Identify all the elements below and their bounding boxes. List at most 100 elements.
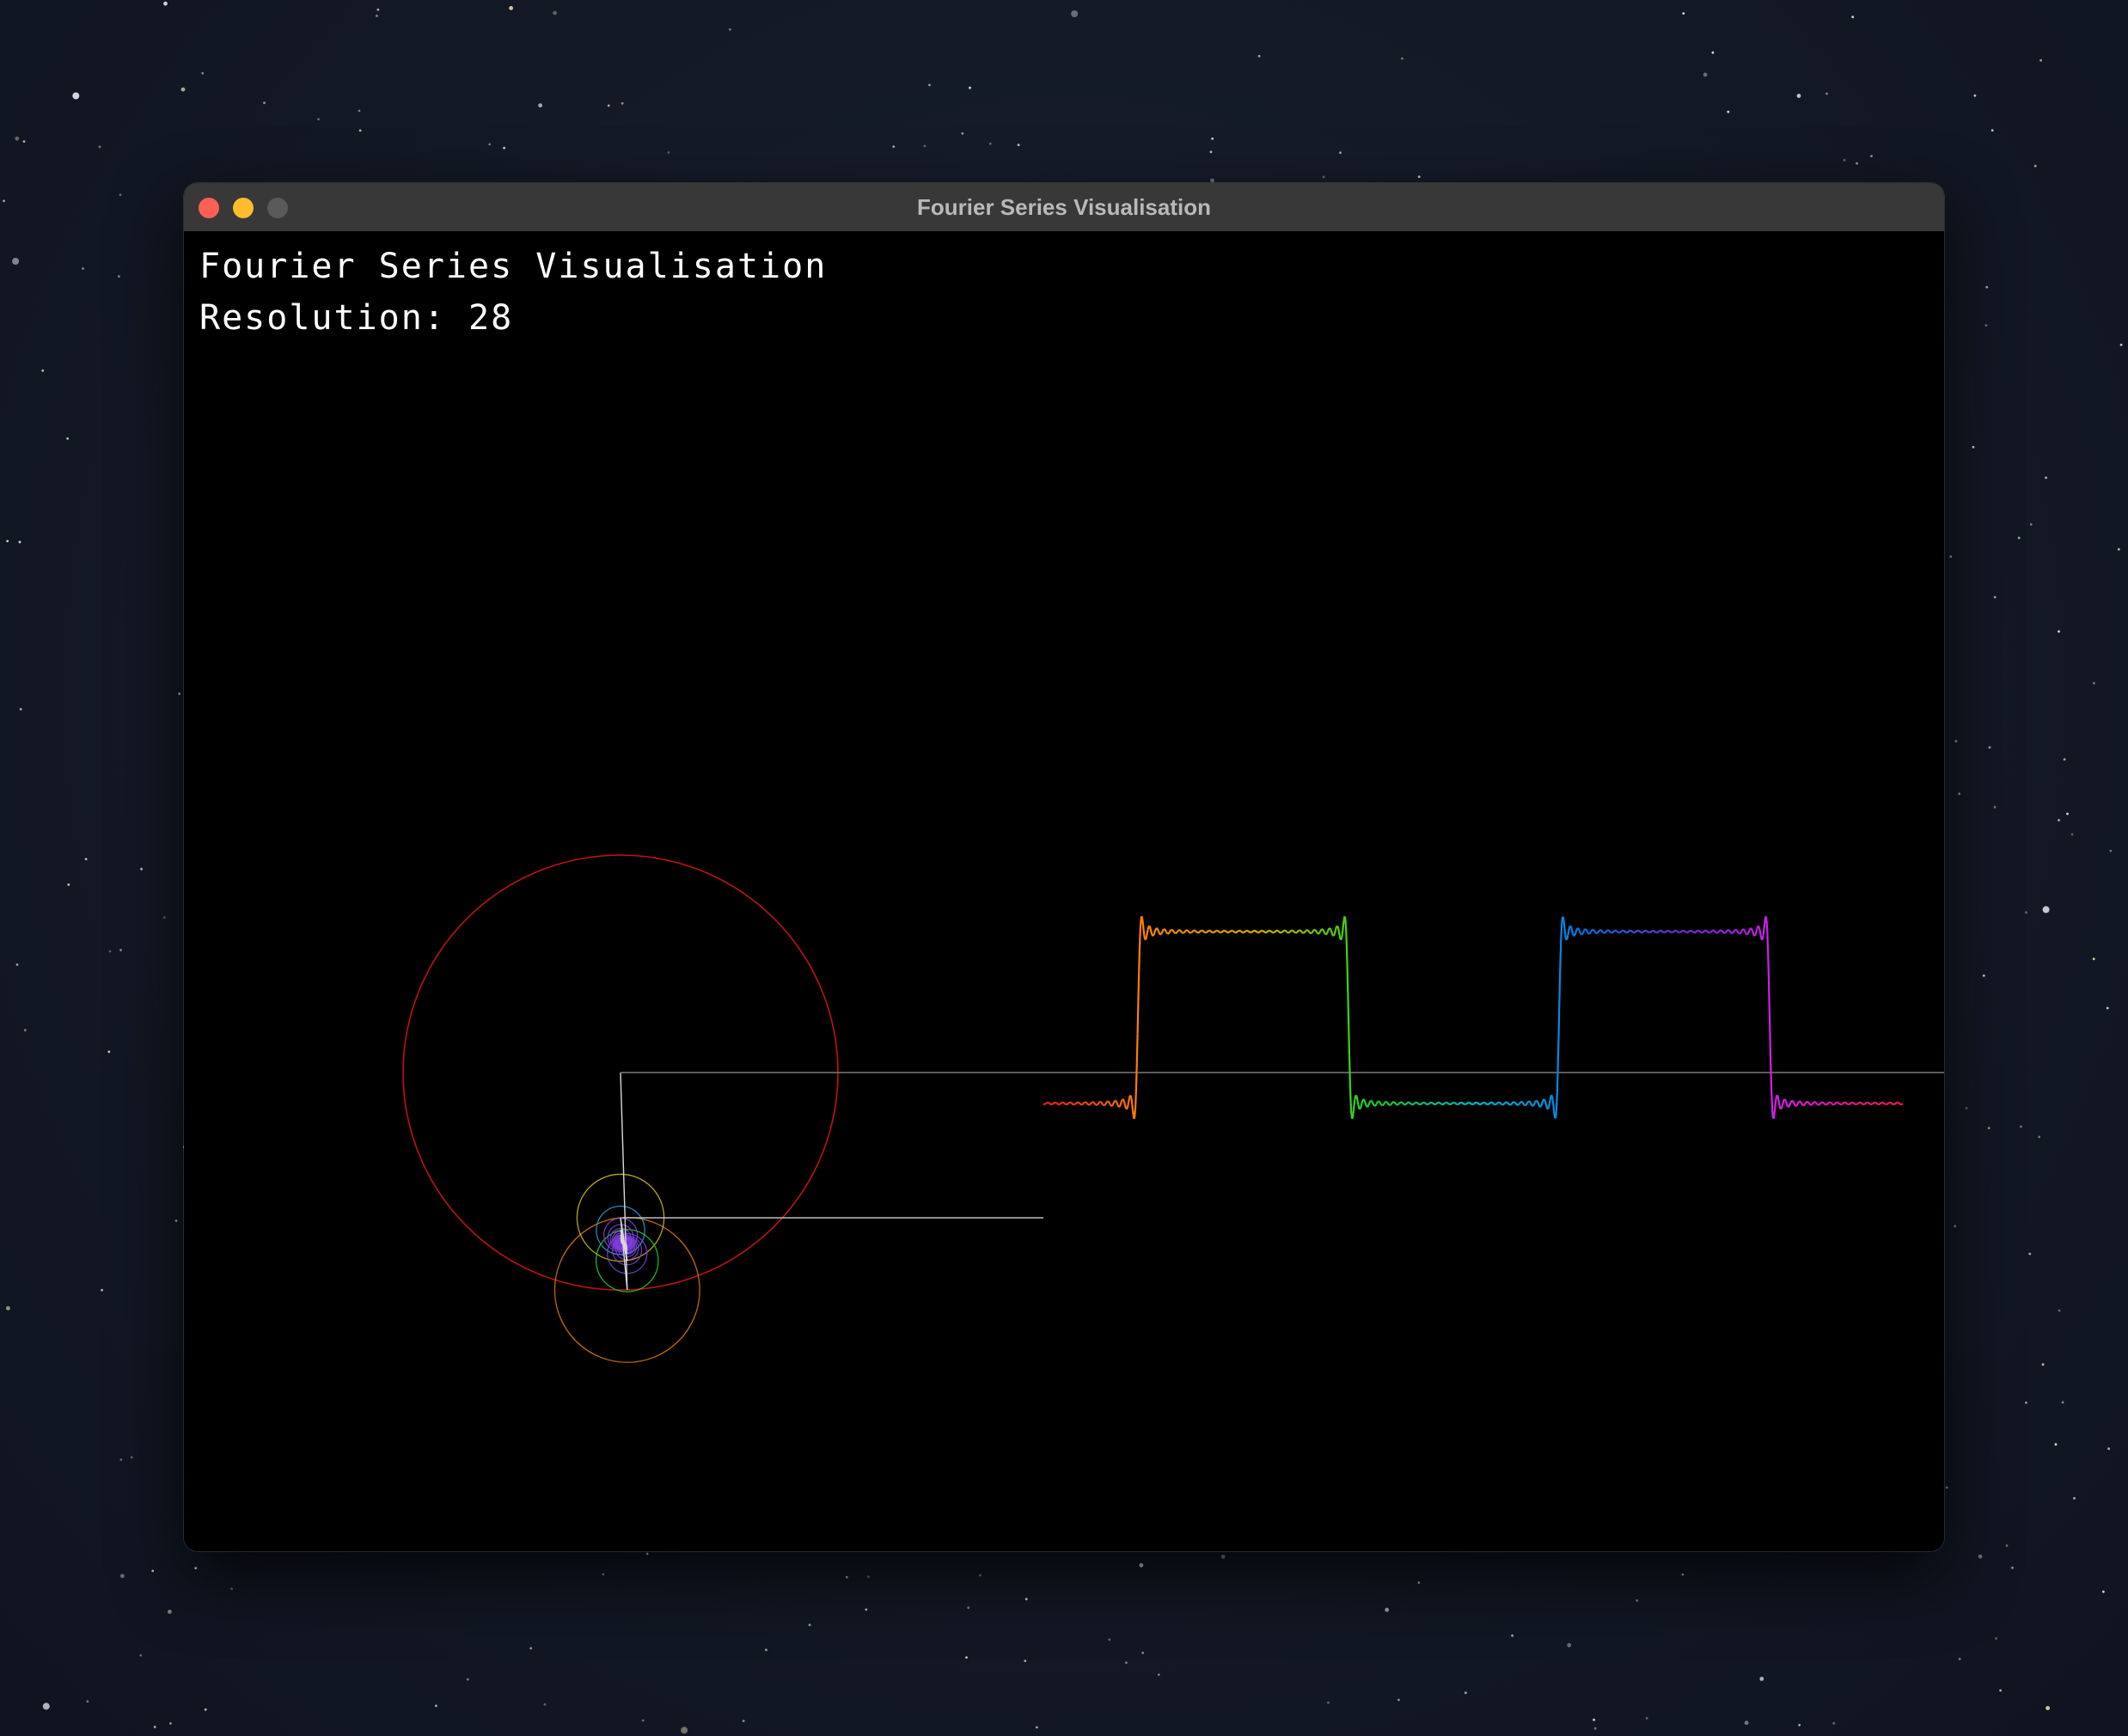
- star: [969, 86, 971, 89]
- star: [2058, 630, 2060, 633]
- star: [317, 118, 320, 121]
- wave-segment: [1273, 931, 1275, 934]
- wave-segment: [1306, 929, 1309, 932]
- wave-segment: [1660, 930, 1663, 932]
- star: [1985, 285, 1989, 289]
- wave-segment: [1502, 1103, 1505, 1106]
- wave-segment: [1792, 1100, 1795, 1103]
- wave-segment: [1589, 932, 1592, 934]
- wave-segment: [1305, 929, 1308, 932]
- wave-segment: [1507, 1103, 1510, 1105]
- wave-segment: [1118, 1104, 1122, 1108]
- wave-segment: [1776, 1096, 1780, 1100]
- wave-segment: [1691, 929, 1692, 932]
- wave-segment: [1351, 1116, 1354, 1120]
- wave-segment: [1367, 1103, 1371, 1106]
- wave-segment: [1770, 1092, 1774, 1109]
- star: [3, 199, 5, 203]
- wave-segment: [1403, 1103, 1405, 1106]
- star: [140, 867, 144, 871]
- wave-segment: [1841, 1103, 1844, 1105]
- wave-segment: [1129, 1095, 1133, 1099]
- wave-segment: [1344, 917, 1348, 926]
- star: [376, 15, 378, 17]
- wave-segment: [1338, 935, 1342, 939]
- window-titlebar[interactable]: Fourier Series Visualisation: [184, 183, 1944, 232]
- wave-segment: [1578, 931, 1581, 934]
- star: [2066, 812, 2069, 816]
- star: [1511, 1634, 1513, 1637]
- wave-segment: [1318, 932, 1321, 934]
- wave-segment: [1100, 1101, 1103, 1104]
- wave-segment: [1834, 1103, 1837, 1105]
- wave-segment: [1594, 932, 1597, 934]
- wave-segment: [1871, 1103, 1874, 1105]
- star: [2107, 1447, 2111, 1451]
- wave-segment: [1575, 928, 1578, 932]
- wave-segment: [1624, 930, 1626, 932]
- star: [1125, 1661, 1128, 1664]
- wave-segment: [1289, 930, 1292, 932]
- epicycle-radius: [621, 1242, 627, 1244]
- star: [2028, 1252, 2032, 1256]
- wave-segment: [1788, 1103, 1791, 1107]
- star: [119, 193, 122, 197]
- wave-segment: [1043, 1103, 1047, 1105]
- wave-segment: [1337, 928, 1341, 932]
- wave-segment: [1630, 930, 1633, 932]
- wave-segment: [1314, 928, 1317, 932]
- wave-segment: [1109, 1103, 1112, 1106]
- star: [204, 1708, 207, 1711]
- wave-segment: [1761, 935, 1764, 940]
- wave-segment: [1477, 1102, 1480, 1105]
- wave-segment: [1412, 1103, 1415, 1105]
- star: [169, 1722, 172, 1725]
- wave-segment: [1282, 929, 1285, 932]
- star: [101, 1288, 103, 1292]
- wave-segment: [1782, 1099, 1785, 1103]
- wave-segment: [1443, 1102, 1446, 1104]
- wave-segment: [1856, 1103, 1858, 1105]
- wave-segment: [1607, 929, 1611, 932]
- wave-segment: [1056, 1103, 1059, 1105]
- wave-segment: [1727, 929, 1731, 932]
- wave-segment: [1140, 915, 1144, 920]
- wave-segment: [1803, 1103, 1806, 1107]
- wave-segment: [1104, 1103, 1106, 1106]
- wave-segment: [1147, 926, 1150, 930]
- wave-segment: [1351, 1111, 1354, 1118]
- wave-segment: [1688, 930, 1691, 932]
- wave-segment: [1198, 931, 1201, 934]
- wave-segment: [1691, 930, 1693, 932]
- wave-segment: [1856, 1102, 1859, 1105]
- wave-segment: [1387, 1103, 1391, 1106]
- star: [1322, 175, 1325, 179]
- wave-segment: [1721, 930, 1724, 932]
- star: [2058, 1309, 2061, 1312]
- star: [2033, 164, 2037, 168]
- star: [82, 267, 84, 270]
- wave-segment: [1591, 928, 1593, 932]
- star: [6, 540, 9, 542]
- star: [1993, 805, 1997, 809]
- wave-segment: [1658, 930, 1660, 932]
- wave-segment: [1232, 930, 1235, 932]
- wave-segment: [1551, 1100, 1555, 1108]
- star: [979, 1574, 981, 1577]
- visualisation-canvas[interactable]: Fourier Series Visualisation Resolution:…: [184, 231, 1944, 1551]
- wave-segment: [1465, 1103, 1467, 1106]
- wave-segment: [1394, 1103, 1397, 1105]
- wave-segment: [1529, 1102, 1532, 1104]
- wave-segment: [1383, 1103, 1385, 1105]
- star: [1856, 162, 1858, 165]
- wave-segment: [1330, 929, 1333, 932]
- star: [923, 144, 926, 148]
- wave-segment: [1156, 928, 1159, 932]
- wave-segment: [1288, 931, 1290, 934]
- star: [2029, 523, 2033, 526]
- wave-segment: [1484, 1102, 1487, 1105]
- wave-segment: [1831, 1103, 1834, 1105]
- wave-segment: [1446, 1102, 1449, 1105]
- wave-segment: [1791, 1099, 1794, 1103]
- star: [1327, 1701, 1330, 1704]
